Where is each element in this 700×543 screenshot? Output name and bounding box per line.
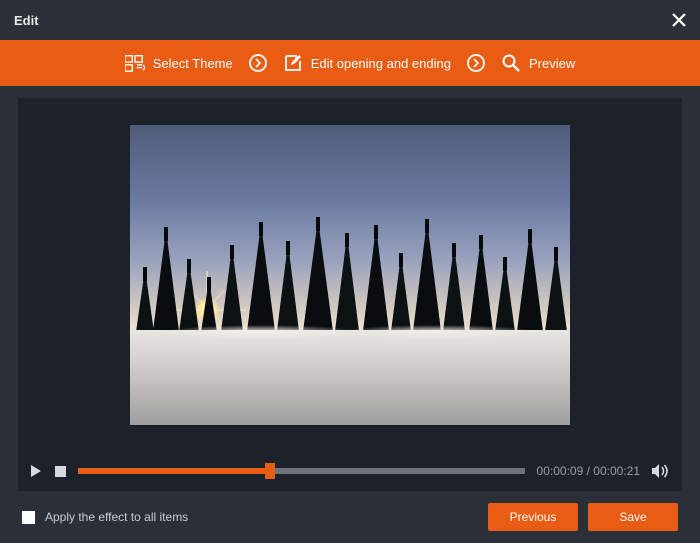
play-icon[interactable] <box>30 464 42 478</box>
time-current: 00:00:09 <box>537 464 584 478</box>
step-edit-opening[interactable]: Edit opening and ending <box>283 53 451 73</box>
chevron-right-icon <box>467 54 485 72</box>
apply-all-checkbox[interactable] <box>22 511 35 524</box>
edit-icon <box>283 53 303 73</box>
progress-bar[interactable] <box>78 468 525 474</box>
progress-fill <box>78 468 270 474</box>
theme-icon <box>125 53 145 73</box>
apply-all-label: Apply the effect to all items <box>45 510 188 524</box>
step-label: Preview <box>529 56 575 71</box>
edit-window: Edit Select Theme <box>0 0 700 543</box>
close-icon[interactable] <box>672 13 686 27</box>
step-select-theme[interactable]: Select Theme <box>125 53 233 73</box>
stop-icon[interactable] <box>54 464 66 478</box>
step-bar: Select Theme Edit opening and ending <box>0 40 700 86</box>
preview-area <box>18 98 682 451</box>
titlebar: Edit <box>0 0 700 40</box>
chevron-right-icon <box>249 54 267 72</box>
save-button[interactable]: Save <box>588 503 678 531</box>
time-total: 00:00:21 <box>593 464 640 478</box>
playback-time: 00:00:09 / 00:00:21 <box>537 464 640 478</box>
video-frame <box>130 125 570 425</box>
volume-icon[interactable] <box>652 463 670 479</box>
step-label: Edit opening and ending <box>311 56 451 71</box>
progress-handle[interactable] <box>265 463 275 479</box>
window-title: Edit <box>14 13 39 28</box>
previous-button[interactable]: Previous <box>488 503 578 531</box>
magnifier-icon <box>501 53 521 73</box>
footer: Apply the effect to all items Previous S… <box>0 491 700 543</box>
playback-controls: 00:00:09 / 00:00:21 <box>18 451 682 491</box>
step-preview[interactable]: Preview <box>501 53 575 73</box>
step-label: Select Theme <box>153 56 233 71</box>
